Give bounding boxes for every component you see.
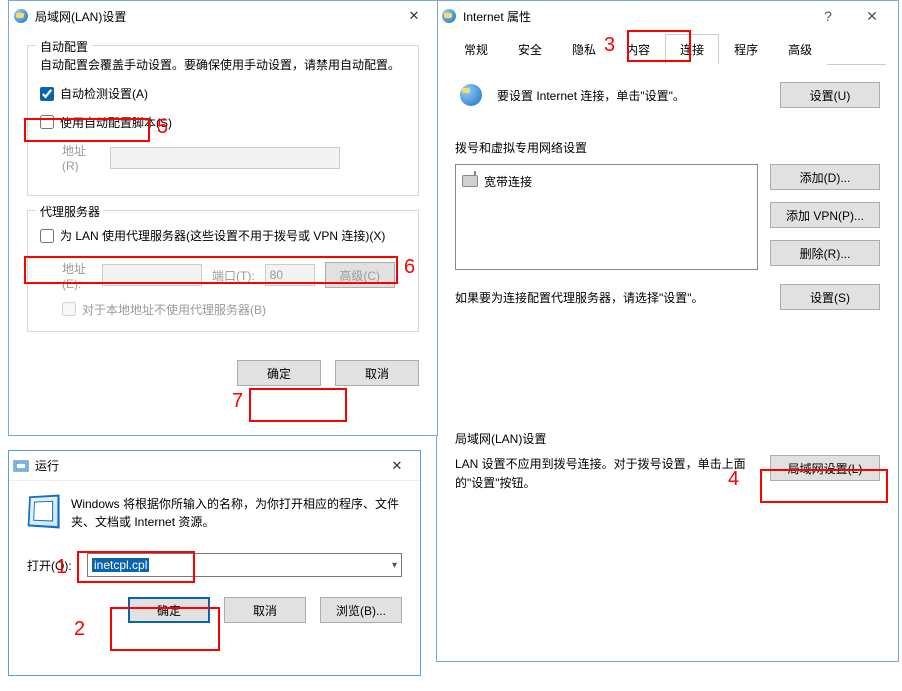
dialup-list-item[interactable]: 宽带连接 [462,171,751,191]
run-browse-button[interactable]: 浏览(B)... [320,597,402,623]
chevron-down-icon[interactable]: ▾ [392,560,397,571]
tab-programs[interactable]: 程序 [719,34,773,65]
proxy-port-input [265,264,315,286]
lan-title: 局域网(LAN)设置 [35,8,395,25]
proxy-legend: 代理服务器 [36,203,104,220]
lan-cancel-button[interactable]: 取消 [335,360,419,386]
auto-script-checkbox[interactable]: 使用自动配置脚本(S) [40,114,172,131]
auto-addr-input [110,147,340,169]
bypass-local-label: 对于本地地址不使用代理服务器(B) [82,301,266,318]
tab-connections[interactable]: 连接 [665,34,719,65]
help-button[interactable]: ? [806,2,850,30]
lan-icon [13,8,29,24]
inet-tabs: 常规 安全 隐私 内容 连接 程序 高级 [449,33,886,65]
dialup-item-label: 宽带连接 [484,173,532,190]
auto-script-input[interactable] [40,115,54,129]
close-icon[interactable]: ✕ [395,4,433,28]
auto-detect-input[interactable] [40,87,54,101]
lan-ok-button[interactable]: 确定 [237,360,321,386]
dialup-fieldset: 拨号和虚拟专用网络设置 宽带连接 添加(D)... 添加 VPN(P)... 删… [455,139,880,310]
auto-config-fieldset: 自动配置 自动配置会覆盖手动设置。要确保使用手动设置，请禁用自动配置。 自动检测… [27,45,419,196]
proxy-fieldset: 代理服务器 为 LAN 使用代理服务器(这些设置不用于拨号或 VPN 连接)(X… [27,210,419,332]
auto-detect-label: 自动检测设置(A) [60,85,148,102]
internet-options-icon [441,8,457,24]
run-open-value: inetcpl.cpl [92,558,149,572]
bypass-local-checkbox: 对于本地地址不使用代理服务器(B) [62,301,266,318]
dialup-settings-button[interactable]: 设置(S) [780,284,880,310]
tab-general[interactable]: 常规 [449,34,503,65]
setup-button[interactable]: 设置(U) [780,82,880,108]
proxy-advanced-button: 高级(C) [325,262,395,288]
run-dialog-icon [13,458,29,474]
dialup-legend: 拨号和虚拟专用网络设置 [455,139,880,156]
proxy-addr-label: 地址(E): [40,260,92,291]
inet-title: Internet 属性 [463,8,806,25]
setup-text: 要设置 Internet 连接，单击"设置"。 [497,87,770,104]
close-icon[interactable]: ✕ [850,2,894,30]
run-titlebar: 运行 ✕ [9,451,420,481]
run-open-combo[interactable]: inetcpl.cpl ▾ [87,553,402,577]
add-dialup-button[interactable]: 添加(D)... [770,164,880,190]
modem-icon [462,175,478,187]
close-icon[interactable]: ✕ [378,454,416,478]
run-ok-button[interactable]: 确定 [128,597,210,623]
lan-titlebar: 局域网(LAN)设置 ✕ [9,1,437,31]
use-proxy-input[interactable] [40,229,54,243]
tab-advanced[interactable]: 高级 [773,34,827,65]
add-vpn-button[interactable]: 添加 VPN(P)... [770,202,880,228]
use-proxy-checkbox[interactable]: 为 LAN 使用代理服务器(这些设置不用于拨号或 VPN 连接)(X) [40,227,385,244]
proxy-addr-input [102,264,202,286]
run-logo-icon [27,495,59,531]
tab-security[interactable]: 安全 [503,34,557,65]
inet-titlebar: Internet 属性 ? ✕ [437,1,898,31]
auto-addr-label: 地址(R) [40,142,100,173]
auto-detect-checkbox[interactable]: 自动检测设置(A) [40,85,148,102]
dialup-listbox[interactable]: 宽带连接 [455,164,758,270]
tab-privacy[interactable]: 隐私 [557,34,611,65]
tab-content[interactable]: 内容 [611,34,665,65]
use-proxy-label: 为 LAN 使用代理服务器(这些设置不用于拨号或 VPN 连接)(X) [60,227,385,244]
proxy-port-label: 端口(T): [212,267,255,284]
lan-section-text: LAN 设置不应用到拨号连接。对于拨号设置，单击上面的"设置"按钮。 [455,455,760,493]
connection-wizard-icon [455,79,487,111]
run-title: 运行 [35,457,378,474]
run-open-label: 打开(O): [27,557,75,574]
lan-settings-button[interactable]: 局域网设置(L) [770,455,880,481]
run-cancel-button[interactable]: 取消 [224,597,306,623]
lan-section-fieldset: 局域网(LAN)设置 LAN 设置不应用到拨号连接。对于拨号设置，单击上面的"设… [455,430,880,493]
bypass-local-input [62,302,76,316]
auto-config-legend: 自动配置 [36,38,92,55]
run-desc: Windows 将根据你所输入的名称，为你打开相应的程序、文件夹、文档或 Int… [71,495,402,531]
remove-dialup-button[interactable]: 删除(R)... [770,240,880,266]
auto-script-label: 使用自动配置脚本(S) [60,114,172,131]
proxy-config-text: 如果要为连接配置代理服务器，请选择"设置"。 [455,289,770,306]
auto-config-desc: 自动配置会覆盖手动设置。要确保使用手动设置，请禁用自动配置。 [40,56,406,75]
lan-section-legend: 局域网(LAN)设置 [455,430,880,447]
